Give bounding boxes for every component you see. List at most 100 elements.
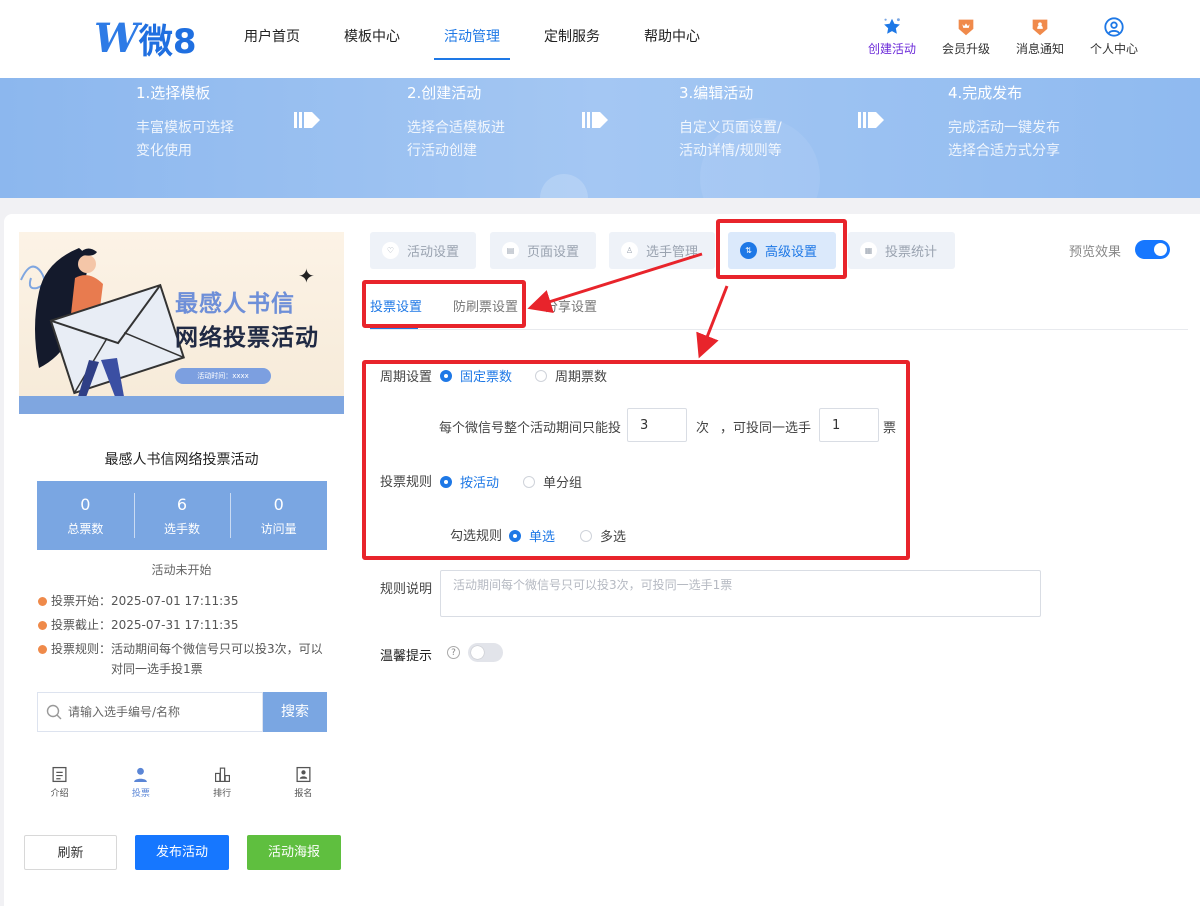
same-contestant-input[interactable] <box>819 408 879 442</box>
tab-activity-settings[interactable]: ♡ 活动设置 <box>370 232 476 269</box>
step-2: 2.创建活动 选择合适模板进 行活动创建 <box>407 82 505 163</box>
radio-label: 按活动 <box>460 476 500 491</box>
step-arrow-icon <box>858 112 884 128</box>
toggle-knob <box>471 646 484 659</box>
step-desc-line: 选择合适方式分享 <box>948 143 1060 159</box>
step-desc: 自定义页面设置/活动详情/规则等 <box>679 117 782 163</box>
activity-poster: 最感人书信 网络投票活动 活动时间：xxxx ✦ <box>19 232 344 414</box>
step-desc-line: 选择合适模板进 <box>407 120 505 136</box>
tips-toggle[interactable] <box>468 643 503 662</box>
times-input[interactable] <box>627 408 687 442</box>
logo[interactable]: W 微8 <box>94 14 197 62</box>
activity-status: 活动未开始 <box>151 563 212 577</box>
nav-activity-manage[interactable]: 活动管理 <box>422 0 522 72</box>
contestant-search <box>37 692 263 732</box>
document-icon <box>52 766 67 783</box>
vote-rule-label: 投票规则 <box>380 475 433 490</box>
radio-cycle-votes[interactable]: 周期票数 <box>535 366 607 385</box>
subtab-vote-settings[interactable]: 投票设置 <box>370 296 422 315</box>
search-input[interactable] <box>68 693 258 731</box>
search-button[interactable]: 搜索 <box>263 692 327 732</box>
cycle-setting-label: 周期设置 <box>380 370 433 385</box>
personal-center-button[interactable]: 个人中心 <box>1090 16 1138 57</box>
radio-label: 周期票数 <box>555 370 608 385</box>
page-icon: ▤ <box>502 242 519 259</box>
stats-panel: 0 总票数 6 选手数 0 访问量 <box>37 481 327 550</box>
stat-label: 选手数 <box>164 522 201 536</box>
subtab-share-settings[interactable]: 分享设置 <box>545 296 597 315</box>
radio-by-activity[interactable]: 按活动 <box>440 472 499 491</box>
vote-rule-line: 投票规则：活动期间每个微信号只可以投3次，可以对同一选手投1票 <box>38 639 328 679</box>
radio-fixed-votes[interactable]: 固定票数 <box>440 366 512 385</box>
subtab-anti-fraud[interactable]: 防刷票设置 <box>453 296 518 315</box>
tab-label: 活动设置 <box>407 245 460 260</box>
poster-illustration <box>20 248 185 412</box>
publish-button[interactable]: 发布活动 <box>135 835 229 870</box>
tab-label: 报名 <box>294 789 313 799</box>
create-activity-button[interactable]: 创建活动 <box>868 16 916 57</box>
preview-tabbar: 介绍 投票 排行 报名 <box>19 766 344 806</box>
votes-unit: 票 <box>883 421 897 436</box>
rule-desc-textarea[interactable] <box>440 570 1041 617</box>
nav-custom-service[interactable]: 定制服务 <box>522 0 622 72</box>
step-1: 1.选择模板 丰富模板可选择 变化使用 <box>136 82 234 163</box>
radio-single-group[interactable]: 单分组 <box>523 472 582 491</box>
vote-end-line: 投票截止：2025-07-31 17:11:35 <box>38 615 238 635</box>
tab-intro[interactable]: 介绍 <box>19 766 100 806</box>
tab-signup[interactable]: 报名 <box>263 766 344 806</box>
step-title: 4.完成发布 <box>948 84 1023 102</box>
help-icon[interactable]: ? <box>447 646 460 659</box>
bullet-dot <box>38 597 47 606</box>
nav-templates[interactable]: 模板中心 <box>322 0 422 72</box>
stat-contestants: 6 选手数 <box>133 481 231 550</box>
star-icon <box>884 18 900 34</box>
preview-effect-label: 预览效果 <box>1069 245 1122 260</box>
heart-icon: ♡ <box>382 242 399 259</box>
subtabs-divider <box>370 329 1188 330</box>
poster-band <box>19 396 344 414</box>
nav-help[interactable]: 帮助中心 <box>622 0 722 72</box>
step-desc: 完成活动一键发布 选择合适方式分享 <box>948 117 1060 163</box>
radio-circle <box>440 369 452 382</box>
vote-rule-label: 投票规则： <box>51 642 112 656</box>
step-arrow-icon <box>582 112 608 128</box>
notifications-button[interactable]: 消息通知 <box>1016 16 1064 57</box>
poster-button[interactable]: 活动海报 <box>247 835 341 870</box>
rule-desc-label: 规则说明 <box>380 582 433 597</box>
same-contestant-text: ，可投同一选手 <box>720 421 812 436</box>
tab-vote-stats[interactable]: ▦ 投票统计 <box>848 232 955 269</box>
radio-single-select[interactable]: 单选 <box>509 526 555 545</box>
user-icon: ♙ <box>621 242 638 259</box>
tab-advanced-settings[interactable]: ⇅ 高级设置 <box>728 232 836 269</box>
tab-contestant-manage[interactable]: ♙ 选手管理 <box>609 232 715 269</box>
refresh-button[interactable]: 刷新 <box>24 835 117 870</box>
stat-label: 访问量 <box>260 522 297 536</box>
step-title: 1.选择模板 <box>136 84 211 102</box>
poster-time-pill: 活动时间：xxxx <box>175 368 271 384</box>
top-nav: W 微8 用户首页 模板中心 活动管理 定制服务 帮助中心 创建活动 会员升级 … <box>0 0 1200 78</box>
radio-multi-select[interactable]: 多选 <box>580 526 626 545</box>
radio-circle <box>535 369 547 382</box>
step-desc-line: 丰富模板可选择 <box>136 120 234 136</box>
step-desc-line: 变化使用 <box>136 143 192 159</box>
tab-label: 介绍 <box>50 789 69 799</box>
preview-actions: 刷新 发布活动 活动海报 <box>24 835 341 870</box>
tab-ranking[interactable]: 排行 <box>182 766 263 806</box>
stat-value: 0 <box>80 495 91 514</box>
tab-page-settings[interactable]: ▤ 页面设置 <box>490 232 596 269</box>
person-icon <box>134 767 148 782</box>
toggle-knob <box>1154 243 1167 256</box>
tab-label: 高级设置 <box>765 245 818 260</box>
radio-label: 单分组 <box>543 476 583 491</box>
step-4: 4.完成发布 完成活动一键发布 选择合适方式分享 <box>948 82 1060 163</box>
member-upgrade-button[interactable]: 会员升级 <box>942 16 990 57</box>
register-icon <box>296 766 311 783</box>
nav-home[interactable]: 用户首页 <box>222 0 322 72</box>
stat-value: 0 <box>273 495 284 514</box>
bell-badge-icon <box>1032 19 1048 36</box>
notifications-label: 消息通知 <box>1015 42 1064 56</box>
vote-rule-text: 活动期间每个微信号只可以投3次，可以对同一选手投1票 <box>111 642 323 676</box>
tab-vote[interactable]: 投票 <box>100 766 181 806</box>
preview-toggle[interactable] <box>1135 240 1170 259</box>
tab-label: 页面设置 <box>527 245 580 260</box>
